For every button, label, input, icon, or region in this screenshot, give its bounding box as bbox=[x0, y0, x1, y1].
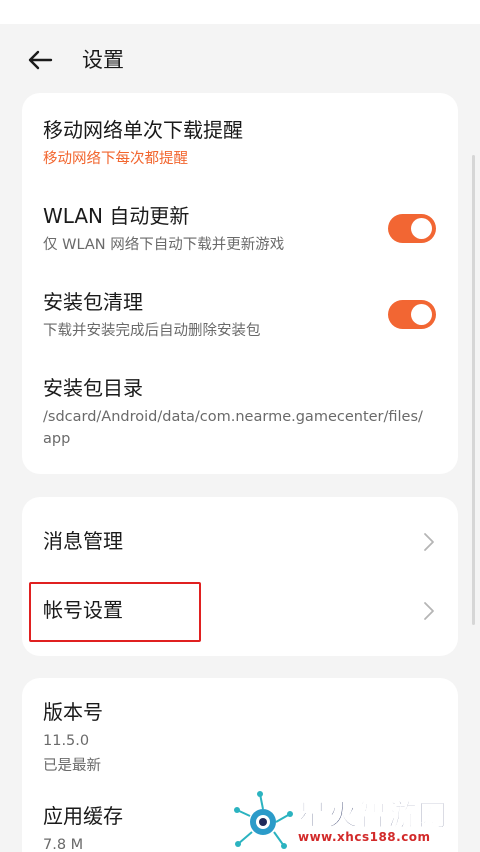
version-status: 已是最新 bbox=[43, 758, 101, 774]
top-app-bar: 设置 bbox=[0, 24, 480, 92]
chevron-right-icon bbox=[424, 602, 434, 620]
package-clean-desc: 下载并安装完成后自动删除安装包 bbox=[43, 323, 261, 339]
wlan-auto-update-item: WLAN 自动更新 仅 WLAN 网络下自动下载并更新游戏 bbox=[43, 202, 368, 256]
back-button[interactable] bbox=[24, 46, 56, 74]
mobile-download-prompt-value: 移动网络下每次都提醒 bbox=[43, 151, 188, 167]
wlan-auto-update-toggle[interactable] bbox=[388, 214, 436, 243]
package-directory-path-continued: app bbox=[43, 431, 71, 447]
chevron-right-icon bbox=[424, 533, 434, 551]
package-directory-item[interactable]: 安装包目录 /sdcard/Android/data/com.nearme.ga… bbox=[43, 374, 440, 450]
watermark-logo-icon bbox=[234, 791, 293, 849]
package-clean-item: 安装包清理 下载并安装完成后自动删除安装包 bbox=[43, 288, 368, 342]
status-bar bbox=[0, 0, 480, 24]
package-clean-label: 安装包清理 bbox=[43, 290, 143, 314]
wlan-auto-update-label: WLAN 自动更新 bbox=[43, 204, 190, 228]
download-settings-card: 移动网络单次下载提醒 移动网络下每次都提醒 WLAN 自动更新 仅 WLAN 网… bbox=[22, 93, 458, 474]
watermark-brand: 星火智游网 bbox=[297, 798, 449, 833]
package-directory-path: /sdcard/Android/data/com.nearme.gamecent… bbox=[43, 409, 423, 425]
version-label: 版本号 bbox=[43, 700, 103, 724]
version-value: 11.5.0 bbox=[43, 733, 90, 749]
mobile-download-prompt-item[interactable]: 移动网络单次下载提醒 移动网络下每次都提醒 bbox=[43, 116, 440, 170]
scrollbar[interactable] bbox=[472, 155, 475, 625]
mobile-download-prompt-label: 移动网络单次下载提醒 bbox=[43, 118, 243, 142]
wlan-auto-update-desc: 仅 WLAN 网络下自动下载并更新游戏 bbox=[43, 237, 285, 253]
arrow-left-icon bbox=[28, 50, 53, 70]
package-clean-toggle[interactable] bbox=[388, 300, 436, 329]
watermark-url: www.xhcs188.com bbox=[298, 830, 431, 844]
package-directory-label: 安装包目录 bbox=[43, 376, 143, 400]
watermark: 星火智游网 www.xhcs188.com bbox=[232, 790, 480, 852]
page-title: 设置 bbox=[82, 48, 124, 72]
message-management-label: 消息管理 bbox=[43, 529, 123, 553]
version-item[interactable]: 版本号 11.5.0 已是最新 bbox=[43, 698, 440, 777]
highlight-box bbox=[29, 582, 201, 642]
message-management-item[interactable]: 消息管理 bbox=[43, 527, 440, 557]
